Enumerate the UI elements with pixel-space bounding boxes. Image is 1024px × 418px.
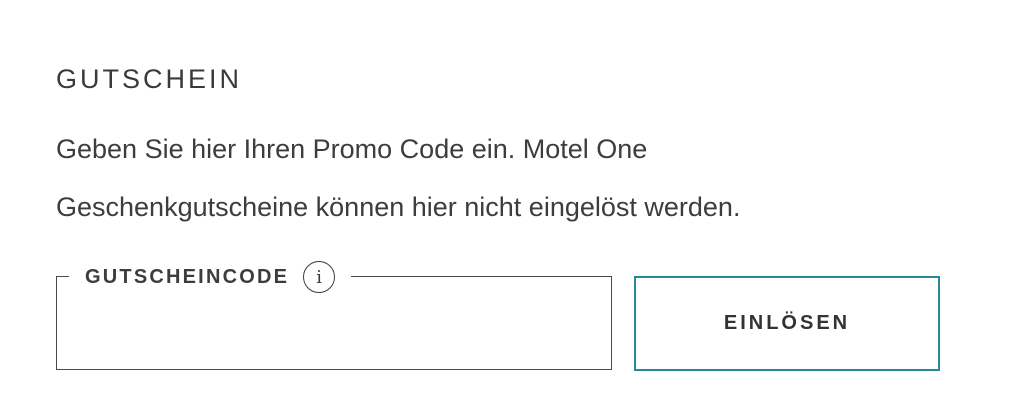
voucher-code-input[interactable]: [67, 295, 601, 363]
voucher-code-legend: GUTSCHEINCODE i: [69, 260, 352, 294]
section-title: GUTSCHEIN: [56, 64, 243, 94]
description-line-2: Geschenkgutscheine können hier nicht ein…: [56, 192, 741, 222]
description-line-1: Geben Sie hier Ihren Promo Code ein. Mot…: [56, 134, 648, 164]
voucher-code-field[interactable]: GUTSCHEINCODE i: [56, 260, 612, 370]
info-icon[interactable]: i: [303, 261, 336, 293]
voucher-description: Geben Sie hier Ihren Promo Code ein. Mot…: [56, 120, 936, 236]
redeem-button[interactable]: EINLÖSEN: [634, 276, 940, 371]
voucher-section: GUTSCHEIN Geben Sie hier Ihren Promo Cod…: [56, 0, 956, 418]
voucher-code-label: GUTSCHEINCODE: [85, 265, 290, 288]
